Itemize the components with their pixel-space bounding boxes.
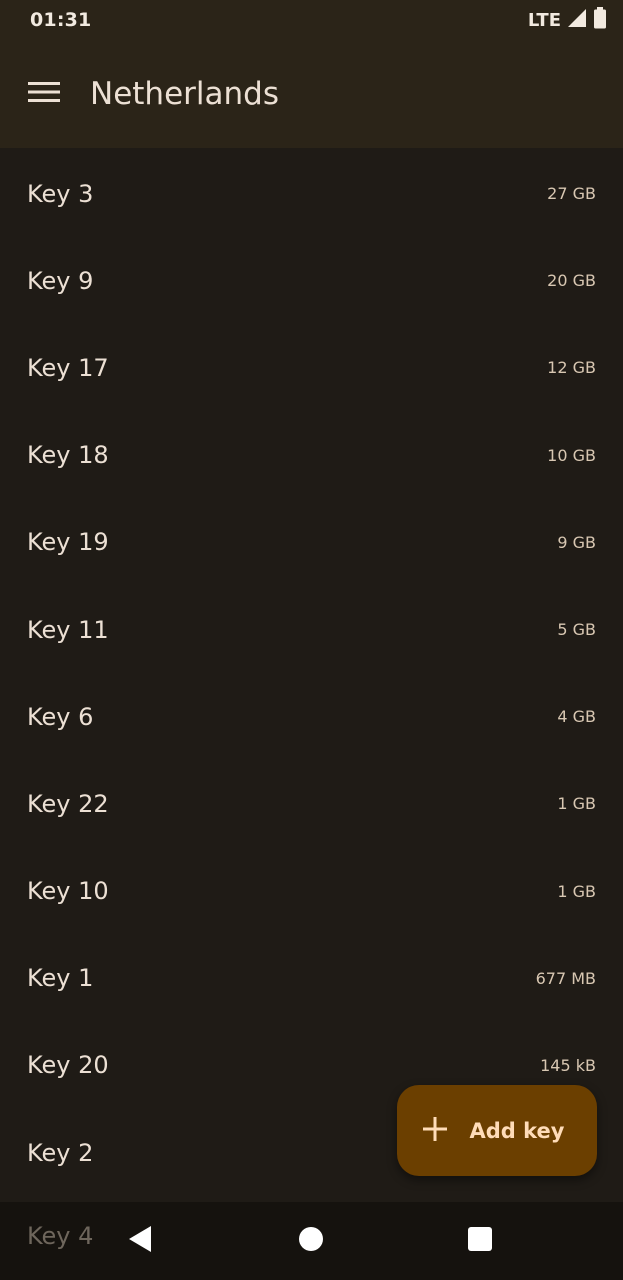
key-data-usage: 9 GB	[557, 532, 596, 552]
list-item-partially-hidden: Key 4	[27, 1222, 94, 1250]
status-bar: 01:31 LTE	[0, 0, 623, 40]
back-icon	[127, 1225, 153, 1257]
page-title: Netherlands	[90, 76, 279, 112]
key-name: Key 11	[27, 615, 109, 644]
add-key-label: Add key	[469, 1118, 565, 1143]
list-item[interactable]: Key 17 12 GB	[0, 324, 623, 411]
key-name: Key 1	[27, 964, 94, 993]
key-data-usage: 12 GB	[547, 358, 596, 378]
system-nav-bar: Key 4	[0, 1202, 623, 1280]
key-data-usage: 10 GB	[547, 445, 596, 465]
list-item[interactable]: Key 19 9 GB	[0, 499, 623, 586]
key-data-usage: 5 GB	[557, 620, 596, 640]
list-item[interactable]: Key 11 5 GB	[0, 586, 623, 673]
list-item[interactable]: Key 22 1 GB	[0, 760, 623, 847]
app-bar: Netherlands	[0, 40, 623, 148]
key-data-usage: 27 GB	[547, 184, 596, 204]
key-data-usage: 1 GB	[557, 881, 596, 901]
key-name: Key 22	[27, 789, 109, 818]
list-item[interactable]: Key 10 1 GB	[0, 848, 623, 935]
key-name: Key 10	[27, 877, 109, 906]
home-icon	[298, 1226, 324, 1256]
key-data-usage: 1 GB	[557, 794, 596, 814]
key-name: Key 20	[27, 1051, 109, 1080]
key-name: Key 18	[27, 441, 109, 470]
list-item[interactable]: Key 6 4 GB	[0, 673, 623, 760]
list-item[interactable]: Key 1 677 MB	[0, 935, 623, 1022]
key-name: Key 9	[27, 266, 94, 295]
signal-icon	[567, 8, 587, 32]
key-name: Key 19	[27, 528, 109, 557]
status-time: 01:31	[30, 9, 92, 31]
list-item[interactable]: Key 3 27 GB	[0, 150, 623, 237]
recents-button[interactable]	[440, 1202, 520, 1280]
home-button[interactable]	[271, 1202, 351, 1280]
status-icons: LTE	[528, 7, 607, 33]
recents-icon	[467, 1226, 493, 1256]
list-item[interactable]: Key 18 10 GB	[0, 412, 623, 499]
key-list: Key 3 27 GB Key 9 20 GB Key 17 12 GB Key…	[0, 150, 623, 1196]
battery-icon	[593, 7, 607, 33]
key-name: Key 17	[27, 353, 109, 382]
back-button[interactable]	[100, 1202, 180, 1280]
key-name: Key 6	[27, 702, 94, 731]
key-name: Key 2	[27, 1138, 94, 1167]
list-item[interactable]: Key 9 20 GB	[0, 237, 623, 324]
key-data-usage: 677 MB	[535, 968, 596, 988]
key-data-usage: 20 GB	[547, 271, 596, 291]
add-key-button[interactable]: Add key	[397, 1085, 597, 1176]
network-type: LTE	[527, 9, 561, 31]
menu-icon	[28, 80, 60, 108]
key-name: Key 3	[27, 179, 94, 208]
plus-icon	[422, 1116, 448, 1146]
key-data-usage: 4 GB	[557, 707, 596, 727]
menu-button[interactable]	[0, 40, 90, 148]
key-data-usage: 145 kB	[540, 1055, 596, 1075]
